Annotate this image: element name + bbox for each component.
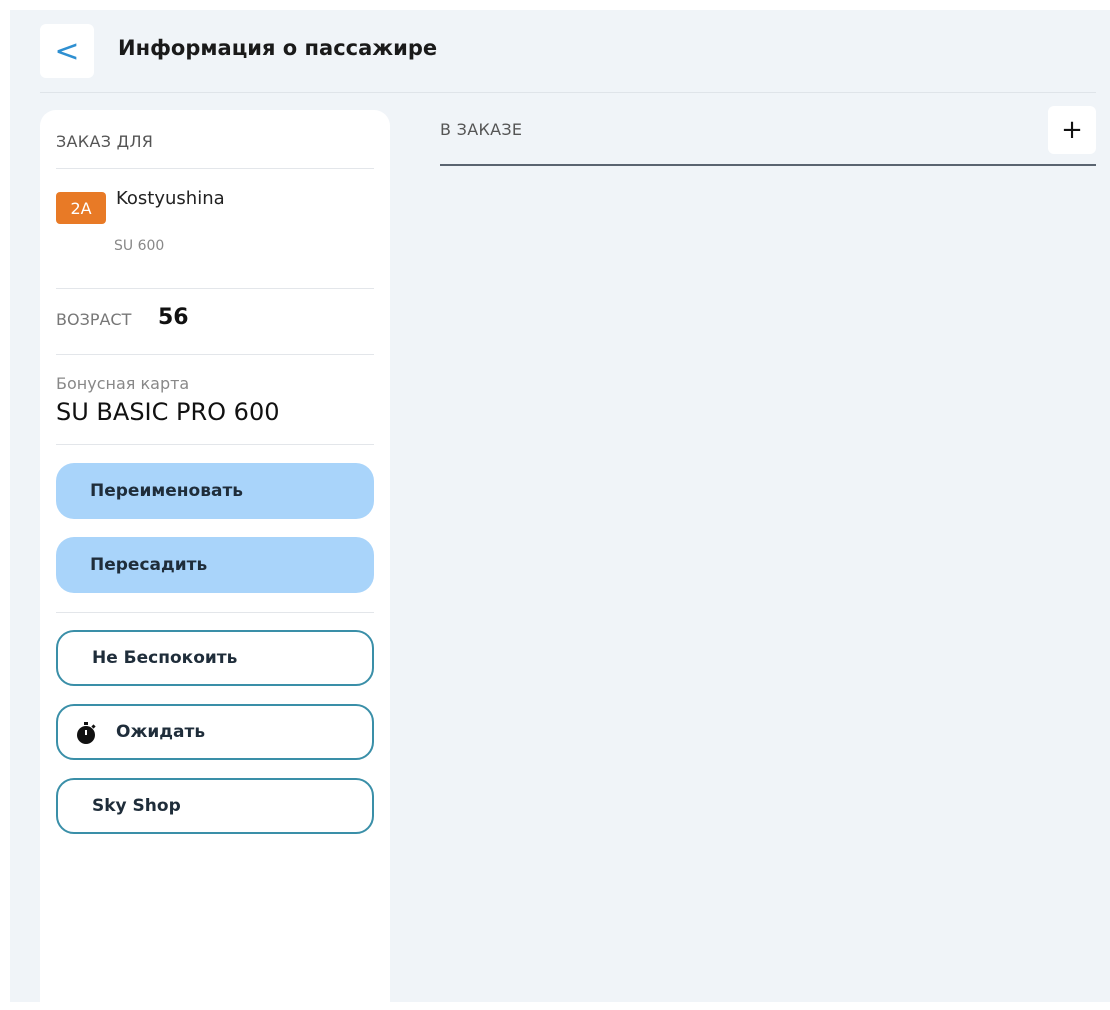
passenger-panel: ЗАКАЗ ДЛЯ 2A Kostyushina SU 600 ВОЗРАСТ … [40, 110, 390, 1010]
do-not-disturb-button[interactable]: Не Беспокоить [56, 630, 374, 686]
page-title: Информация о пассажире [118, 36, 438, 60]
sky-shop-button[interactable]: Sky Shop [56, 778, 374, 834]
bonus-card-value: SU BASIC PRO 600 [56, 398, 280, 426]
age-label: ВОЗРАСТ [56, 310, 132, 329]
rename-button-label: Переименовать [90, 481, 244, 501]
divider [56, 444, 374, 445]
bonus-card-label: Бонусная карта [56, 374, 190, 393]
seat-badge: 2A [56, 192, 106, 224]
plus-icon: + [1061, 115, 1083, 145]
order-divider [440, 164, 1096, 166]
age-value: 56 [158, 305, 189, 330]
header-divider [40, 92, 1096, 93]
divider [56, 354, 374, 355]
in-order-heading: В ЗАКАЗЕ [440, 120, 523, 139]
wait-button[interactable]: Ожидать [56, 704, 374, 760]
order-for-heading: ЗАКАЗ ДЛЯ [56, 132, 154, 151]
dnd-button-label: Не Беспокоить [92, 648, 238, 668]
add-item-button[interactable]: + [1048, 106, 1096, 154]
divider [56, 168, 374, 169]
stopwatch-icon [74, 721, 98, 745]
rename-button[interactable]: Переименовать [56, 463, 374, 519]
wait-button-label: Ожидать [116, 722, 206, 742]
flight-number: SU 600 [114, 238, 165, 254]
sky-shop-button-label: Sky Shop [92, 796, 181, 816]
divider [56, 288, 374, 289]
divider [56, 612, 374, 613]
back-button[interactable]: < [40, 24, 94, 78]
chevron-left-icon: < [54, 33, 80, 69]
passenger-name: Kostyushina [116, 188, 225, 209]
app-window: < Информация о пассажире ЗАКАЗ ДЛЯ 2A Ko… [10, 10, 1110, 1010]
reseat-button-label: Пересадить [90, 555, 208, 575]
reseat-button[interactable]: Пересадить [56, 537, 374, 593]
